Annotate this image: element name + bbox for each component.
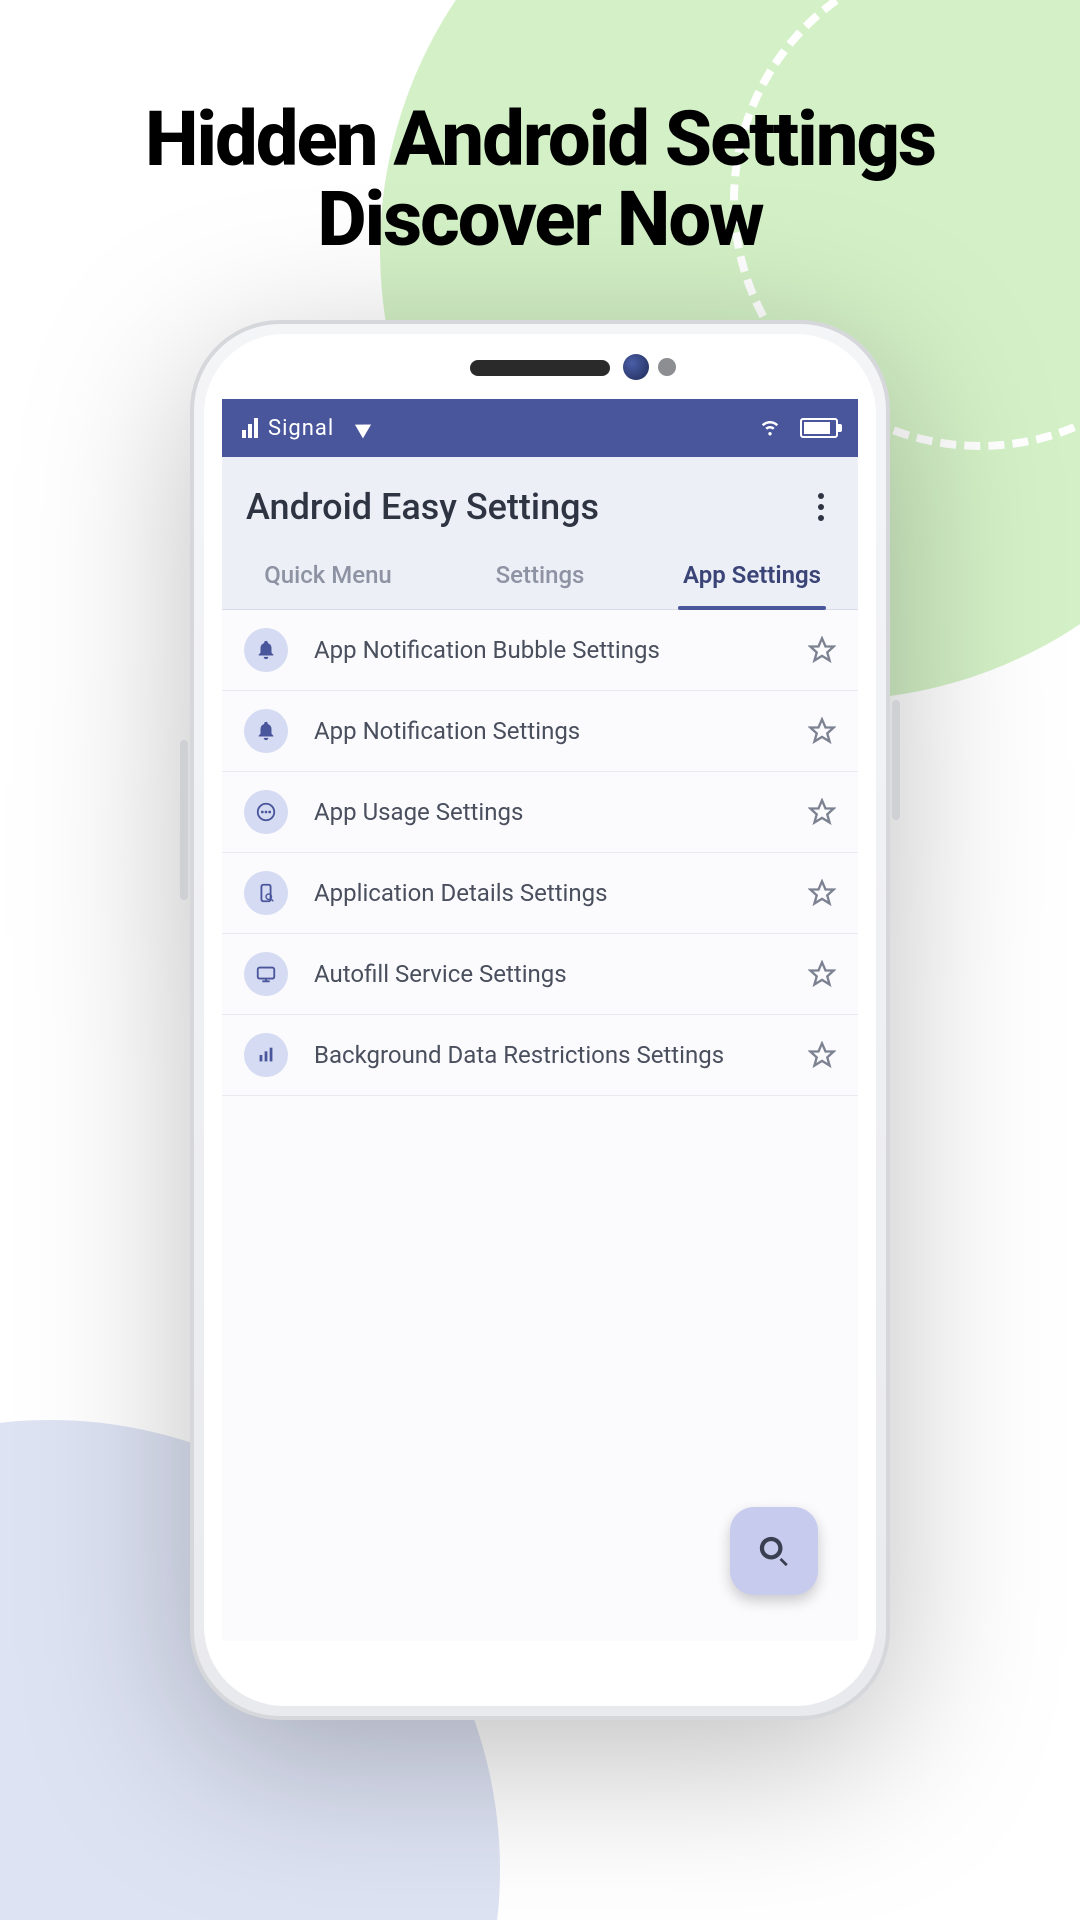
list-item-label: Autofill Service Settings [314, 960, 782, 988]
list-item[interactable]: App Usage Settings [222, 772, 858, 853]
favorite-star-icon[interactable] [808, 798, 836, 826]
list-item-label: App Notification Bubble Settings [314, 636, 782, 664]
monitor-icon [244, 952, 288, 996]
favorite-star-icon[interactable] [808, 879, 836, 907]
tab-label: Settings [496, 561, 585, 589]
status-bar-left: Signal [242, 416, 756, 441]
phone-inner: Signal Android Easy Settings [204, 334, 876, 1706]
list-item[interactable]: Application Details Settings [222, 853, 858, 934]
tab-settings[interactable]: Settings [434, 541, 646, 609]
bar-chart-icon [244, 1033, 288, 1077]
phone-camera-1 [623, 354, 649, 380]
tab-label: Quick Menu [264, 561, 392, 589]
favorite-star-icon[interactable] [808, 636, 836, 664]
list-item[interactable]: App Notification Bubble Settings [222, 610, 858, 691]
bell-icon [244, 709, 288, 753]
phone-search-icon [244, 871, 288, 915]
list-item-label: Application Details Settings [314, 879, 782, 907]
list-item[interactable]: Background Data Restrictions Settings [222, 1015, 858, 1096]
search-fab[interactable] [730, 1507, 818, 1595]
list-item-label: Background Data Restrictions Settings [314, 1041, 782, 1069]
carrier-label: Signal [268, 416, 334, 441]
tab-label: App Settings [683, 561, 821, 589]
phone-screen: Signal Android Easy Settings [222, 399, 858, 1641]
favorite-star-icon[interactable] [808, 717, 836, 745]
cursor-icon [355, 418, 375, 439]
tab-app-settings[interactable]: App Settings [646, 541, 858, 609]
list-item-label: App Notification Settings [314, 717, 782, 745]
search-icon [757, 1534, 791, 1568]
status-bar-right [756, 411, 838, 446]
battery-icon [800, 418, 838, 438]
tab-quick-menu[interactable]: Quick Menu [222, 541, 434, 609]
list-item[interactable]: App Notification Settings [222, 691, 858, 772]
phone-side-button-left [180, 740, 188, 900]
dots-circle-icon [244, 790, 288, 834]
phone-speaker [470, 360, 610, 376]
app-header: Android Easy Settings [222, 457, 858, 541]
list-item-label: App Usage Settings [314, 798, 782, 826]
favorite-star-icon[interactable] [808, 1041, 836, 1069]
phone-mockup: Signal Android Easy Settings [190, 320, 890, 1720]
headline-line-1: Hidden Android Settings [0, 100, 1080, 180]
promo-headline: Hidden Android Settings Discover Now [0, 100, 1080, 260]
phone-body: Signal Android Easy Settings [190, 320, 890, 1720]
app-title: Android Easy Settings [246, 486, 599, 528]
wifi-icon [756, 411, 784, 446]
phone-camera-2 [658, 358, 676, 376]
list-item[interactable]: Autofill Service Settings [222, 934, 858, 1015]
headline-line-2: Discover Now [0, 180, 1080, 260]
favorite-star-icon[interactable] [808, 960, 836, 988]
signal-bars-icon [242, 418, 258, 438]
phone-side-button-right [892, 700, 900, 820]
bell-icon [244, 628, 288, 672]
tab-bar: Quick Menu Settings App Settings [222, 541, 858, 610]
status-bar: Signal [222, 399, 858, 457]
more-menu-button[interactable] [808, 483, 834, 531]
settings-list[interactable]: App Notification Bubble Settings App Not… [222, 610, 858, 1641]
